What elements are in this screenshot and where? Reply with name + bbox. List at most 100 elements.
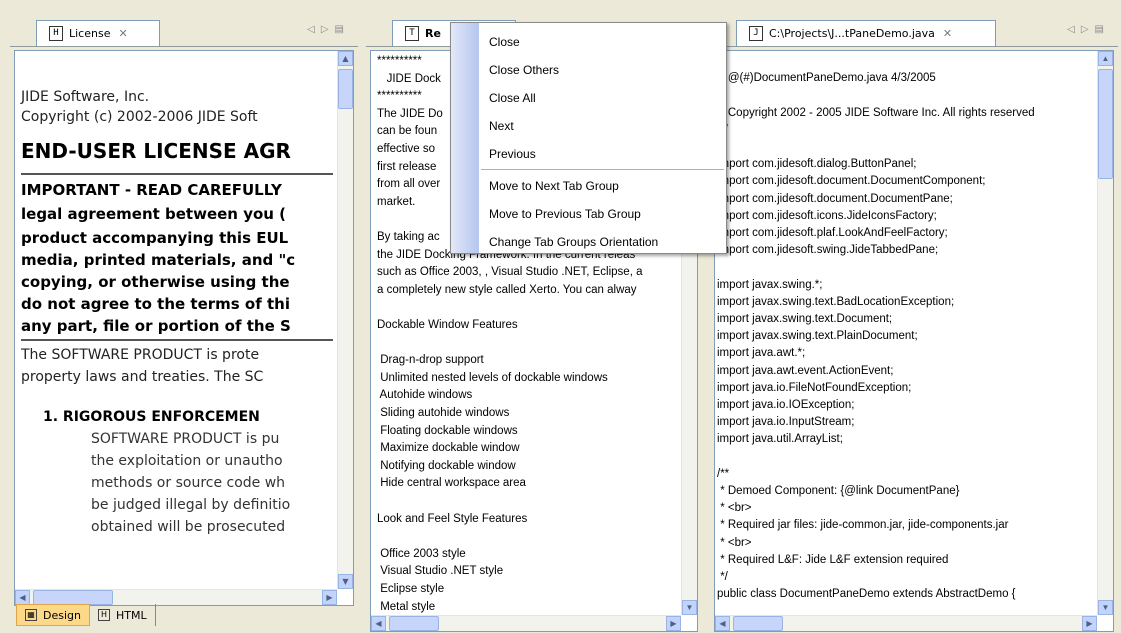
tab-html-label: HTML (115, 608, 147, 622)
design-icon: ▦ (25, 609, 37, 621)
readme-line: By taking ac (377, 231, 440, 243)
readme-line: Floating dockable windows (377, 424, 518, 437)
scroll-thumb[interactable] (1098, 69, 1113, 179)
java-pane: J C:\Projects\J...tPaneDemo.java ✕ ◁▷▤ *… (710, 6, 1118, 632)
scroll-left-icon[interactable]: ◀ (715, 616, 730, 631)
license-line: be judged illegal by definitio (91, 497, 291, 513)
license-line: property laws and treaties. The SC (21, 369, 264, 385)
scroll-up-icon[interactable]: ▲ (338, 51, 353, 66)
java-file-icon: J (749, 26, 763, 41)
code-line: import javax.swing.text.BadLocationExcep… (717, 295, 955, 308)
license-line: do not agree to the terms of thi (21, 295, 290, 313)
readme-line: ********** (377, 90, 422, 103)
scroll-right-icon[interactable]: ▶ (1082, 616, 1097, 631)
menu-item-change-tab-groups-orientation[interactable]: Change Tab Groups Orientation (489, 235, 658, 249)
tab-java-file[interactable]: J C:\Projects\J...tPaneDemo.java ✕ (736, 20, 996, 46)
scroll-thumb[interactable] (389, 616, 439, 631)
code-line: * Demoed Component: {@link DocumentPane} (717, 485, 960, 497)
readme-line: Eclipse style (377, 583, 445, 595)
tab-nav-buttons: ◁▷▤ (307, 24, 350, 35)
code-line: import java.util.ArrayList; (717, 433, 843, 446)
menu-item-move-to-next-tab-group[interactable]: Move to Next Tab Group (489, 179, 619, 193)
tab-label: Re (425, 27, 441, 40)
tab-html[interactable]: H HTML (90, 604, 156, 626)
code-line: * @(#)DocumentPaneDemo.java 4/3/2005 (717, 72, 936, 85)
close-icon[interactable]: ✕ (943, 27, 952, 40)
scroll-left-icon[interactable]: ◁ (307, 24, 321, 35)
readme-line: Maximize dockable window (377, 442, 520, 455)
html-file-icon: H (49, 26, 63, 41)
code-line: import java.io.FileNotFoundException; (717, 381, 912, 394)
code-line: import com.jidesoft.document.DocumentPan… (717, 192, 953, 205)
scroll-up-icon[interactable]: ▲ (1098, 51, 1113, 66)
menu-item-next[interactable]: Next (489, 119, 514, 133)
scroll-down-icon[interactable]: ▼ (338, 574, 353, 589)
java-content: * * @(#)DocumentPaneDemo.java 4/3/2005 *… (714, 50, 1114, 632)
code-line: import javax.swing.*; (717, 278, 823, 291)
license-line: copying, or otherwise using the (21, 273, 290, 291)
code-line: import com.jidesoft.icons.JideIconsFacto… (717, 209, 937, 222)
close-icon[interactable]: ✕ (118, 27, 127, 40)
scroll-thumb[interactable] (33, 590, 113, 605)
code-line: import com.jidesoft.plaf.LookAndFeelFact… (717, 227, 948, 239)
horizontal-scrollbar[interactable]: ◀ ▶ (371, 615, 681, 631)
readme-line: effective so (377, 143, 435, 155)
license-line: the exploitation or unautho (91, 453, 283, 469)
readme-line: Metal style (377, 600, 436, 613)
license-line: media, printed materials, and "c (21, 251, 296, 269)
vertical-scrollbar[interactable]: ▲ ▼ (1097, 51, 1113, 615)
tab-bar: H License ✕ ◁▷▤ (10, 6, 358, 47)
license-line: methods or source code wh (91, 475, 286, 491)
menu-item-move-to-previous-tab-group[interactable]: Move to Previous Tab Group (489, 207, 641, 221)
scroll-thumb[interactable] (338, 69, 353, 109)
code-line: import com.jidesoft.document.DocumentCom… (717, 175, 986, 188)
scroll-down-icon[interactable]: ▼ (682, 600, 697, 615)
code-line: import java.awt.event.ActionEvent; (717, 364, 894, 377)
horizontal-scrollbar[interactable]: ◀ ▶ (15, 589, 337, 605)
readme-line: Sliding autohide windows (377, 407, 510, 419)
readme-line: Unlimited nested levels of dockable wind… (377, 371, 608, 384)
tab-design[interactable]: ▦ Design (16, 604, 90, 626)
code-line: import java.awt.*; (717, 347, 806, 360)
list-icon[interactable]: ▤ (335, 24, 350, 35)
license-line: SOFTWARE PRODUCT is pu (91, 431, 280, 447)
scroll-down-icon[interactable]: ▼ (1098, 600, 1113, 615)
license-line: product accompanying this EUL (21, 229, 289, 247)
bottom-tabs: ▦ Design H HTML (16, 604, 156, 626)
horizontal-rule (21, 173, 333, 175)
code-line: import com.jidesoft.dialog.ButtonPanel; (717, 158, 917, 171)
code-line: import java.io.IOException; (717, 399, 855, 411)
scroll-right-icon[interactable]: ▶ (666, 616, 681, 631)
readme-line: JIDE Dock (377, 72, 441, 85)
list-icon[interactable]: ▤ (1095, 24, 1110, 35)
readme-line: from all over (377, 178, 441, 191)
code-line: /** (717, 467, 730, 480)
menu-item-close-all[interactable]: Close All (489, 91, 536, 105)
code-line: import javax.swing.text.Document; (717, 313, 893, 325)
scroll-right-icon[interactable]: ▶ (322, 590, 337, 605)
menu-item-previous[interactable]: Previous (489, 147, 536, 161)
horizontal-scrollbar[interactable]: ◀ ▶ (715, 615, 1097, 631)
scroll-right-icon[interactable]: ▷ (1081, 24, 1095, 35)
scroll-left-icon[interactable]: ◀ (15, 590, 30, 605)
menu-item-close-others[interactable]: Close Others (489, 63, 559, 77)
code-line: * <br> (717, 536, 752, 549)
license-line: 1. RIGOROUS ENFORCEMEN (43, 409, 260, 425)
menu-item-close[interactable]: Close (489, 35, 520, 49)
tab-license[interactable]: H License ✕ (36, 20, 160, 46)
license-line: legal agreement between you ( (21, 205, 287, 223)
vertical-scrollbar[interactable]: ▲ ▼ (337, 51, 353, 589)
readme-line: can be foun (377, 125, 438, 138)
scroll-right-icon[interactable]: ▷ (321, 24, 335, 35)
readme-line: The JIDE Do (377, 107, 443, 120)
scroll-left-icon[interactable]: ◁ (1067, 24, 1081, 35)
scroll-thumb[interactable] (733, 616, 783, 631)
license-line: any part, file or portion of the S (21, 317, 291, 335)
scroll-left-icon[interactable]: ◀ (371, 616, 386, 631)
readme-line: Drag-n-drop support (377, 354, 484, 367)
readme-line: a completely new style called Xerto. You… (377, 283, 637, 296)
tab-label: License (69, 27, 111, 40)
code-line: import com.jidesoft.swing.JideTabbedPane… (717, 244, 939, 257)
tab-bar: J C:\Projects\J...tPaneDemo.java ✕ ◁▷▤ (710, 6, 1118, 47)
readme-line: such as Office 2003, , Visual Studio .NE… (377, 266, 643, 279)
